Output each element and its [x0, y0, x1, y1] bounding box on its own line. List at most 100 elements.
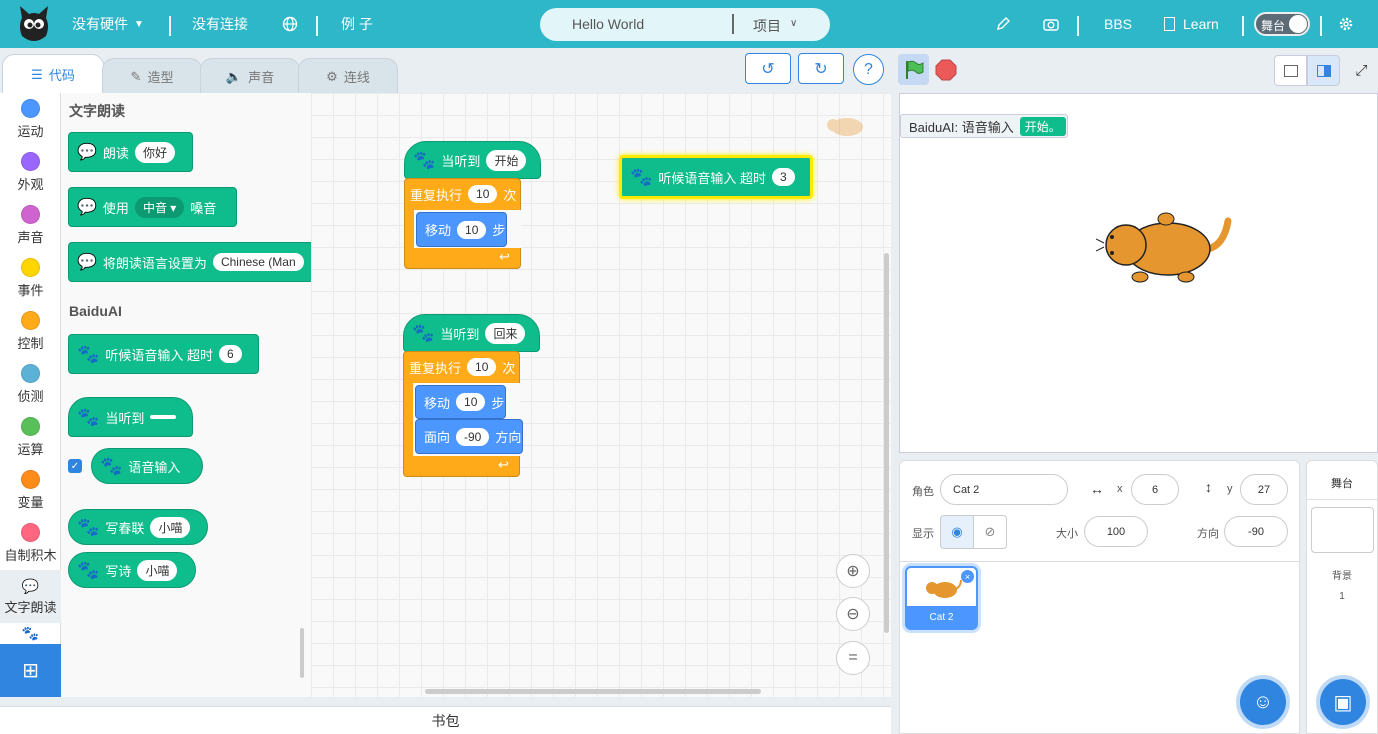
point-direction-block[interactable]: 面向 -90 方向	[415, 419, 523, 454]
app-logo[interactable]	[16, 4, 52, 44]
category-control[interactable]: 控制	[0, 305, 61, 358]
hear-arg[interactable]: 开始	[486, 149, 527, 171]
category-dot	[21, 152, 40, 171]
voice-dropdown[interactable]: 中音 ▾	[134, 196, 185, 218]
when-hear-block[interactable]: 🐾 当听到	[68, 397, 193, 437]
fullscreen-button[interactable]: ⤢	[1346, 55, 1377, 86]
listen-timeout-block[interactable]: 🐾 听候语音输入 超时 6	[68, 334, 259, 374]
connection-menu[interactable]: 没有连接	[192, 0, 248, 48]
globe-icon[interactable]	[282, 0, 298, 48]
category-label: 声音	[17, 230, 44, 245]
category-sound[interactable]: 声音	[0, 199, 61, 252]
listen-timeout-running-block[interactable]: 🐾 听候语音输入 超时 3	[619, 155, 813, 199]
chevron-down-icon: ∨	[790, 18, 798, 29]
show-visible-button[interactable]: ◉	[940, 515, 974, 549]
learn-link[interactable]: Learn	[1164, 0, 1219, 48]
set-language-block[interactable]: 💬 将朗读语言设置为 Chinese (Man	[68, 242, 311, 282]
repeat-count-input[interactable]: 10	[467, 358, 497, 376]
category-text-to-speech[interactable]: 💬 文字朗读	[0, 570, 61, 623]
category-sensing[interactable]: 侦测	[0, 358, 61, 411]
move-steps-block[interactable]: 移动 10 步	[415, 385, 506, 419]
hardware-menu[interactable]: 没有硬件 ▼	[72, 0, 144, 48]
speak-arg-input[interactable]: 你好	[134, 141, 175, 163]
voice-input-reporter[interactable]: 🐾 语音输入	[91, 448, 203, 484]
baidu-paw-icon: 🐾	[77, 406, 100, 427]
project-name[interactable]: Hello World	[572, 16, 644, 32]
couplet-input[interactable]: 小喵	[150, 516, 191, 538]
block-label: 使用	[102, 200, 129, 216]
camera-icon[interactable]	[1043, 0, 1059, 48]
language-dropdown[interactable]: Chinese (Man	[212, 253, 304, 271]
project-menu[interactable]: 项目	[753, 16, 781, 36]
when-hear-back-block[interactable]: 🐾 当听到 回来	[403, 314, 540, 352]
category-operators[interactable]: 运算	[0, 411, 61, 464]
poem-reporter[interactable]: 🐾 写诗 小喵	[68, 552, 196, 588]
category-baidu-ai[interactable]: 🐾	[0, 623, 61, 643]
cat-sprite[interactable]	[1095, 207, 1236, 287]
add-sprite-button[interactable]: ☺	[1240, 679, 1286, 725]
pencil-icon[interactable]	[995, 0, 1011, 48]
category-motion[interactable]: 运动	[0, 93, 61, 146]
sprite-thumbnail[interactable]: Cat 2 ×	[905, 566, 978, 630]
stage-canvas[interactable]	[899, 93, 1378, 453]
hear-input[interactable]	[150, 415, 177, 419]
size-input[interactable]: 100	[1084, 516, 1148, 547]
set-voice-block[interactable]: 💬 使用 中音 ▾ 嗓音	[68, 187, 237, 227]
couplet-reporter[interactable]: 🐾 写春联 小喵	[68, 509, 208, 545]
stage-thumbnail[interactable]	[1311, 507, 1374, 553]
workspace-hscrollbar[interactable]	[425, 689, 761, 694]
backpack[interactable]: 书包	[0, 706, 891, 734]
add-extension-button[interactable]: ⊞	[0, 644, 61, 697]
tab-costumes[interactable]: ✎ 造型	[102, 58, 202, 94]
settings-icon[interactable]	[1338, 0, 1354, 48]
x-input[interactable]: 6	[1131, 474, 1179, 505]
show-hidden-button[interactable]: ⊘	[973, 515, 1007, 549]
delete-sprite-icon[interactable]: ×	[961, 570, 974, 583]
category-my-blocks[interactable]: 自制积木	[0, 517, 61, 570]
show-label: 显示	[912, 528, 934, 540]
green-flag-button[interactable]	[898, 54, 929, 85]
speak-block[interactable]: 💬 朗读 你好	[68, 132, 193, 172]
stage-mode-toggle[interactable]: 舞台	[1254, 12, 1310, 36]
category-dot	[21, 205, 40, 224]
small-stage-button[interactable]	[1274, 55, 1307, 86]
stop-button[interactable]	[934, 58, 958, 82]
steps-input[interactable]: 10	[456, 393, 486, 411]
timeout-input[interactable]: 3	[772, 168, 795, 186]
zoom-out-button[interactable]: ⊖	[836, 597, 870, 631]
tab-wiring[interactable]: ⚙ 连线	[298, 58, 398, 94]
zoom-in-button[interactable]: ⊕	[836, 554, 870, 588]
timeout-input[interactable]: 6	[219, 345, 242, 363]
script-workspace[interactable]: 🐾 当听到 开始 重复执行 10 次 移动 10 步 ↩ 🐾 当听到 回来 重复执行 10 次 移动…	[311, 93, 891, 697]
y-input[interactable]: 27	[1240, 474, 1288, 505]
workspace-vscrollbar[interactable]	[884, 253, 889, 633]
sprite-name-input[interactable]: Cat 2	[940, 474, 1068, 505]
move-steps-block[interactable]: 移动 10 步	[416, 212, 507, 247]
tab-sounds[interactable]: 🔈 声音	[200, 58, 300, 94]
hear-arg[interactable]: 回来	[485, 322, 526, 344]
undo-button[interactable]: ↺	[745, 53, 791, 84]
sprite-info-panel: 角色 Cat 2 ↔ x 6 ↕ y 27 显示 ◉ ⊘ 大小 100 方向 -…	[899, 460, 1300, 734]
voice-input-checkbox[interactable]: ✓	[68, 459, 82, 473]
examples-menu[interactable]: 例 子	[341, 0, 373, 48]
help-button[interactable]: ?	[853, 54, 884, 85]
redo-button[interactable]: ↻	[798, 53, 844, 84]
steps-input[interactable]: 10	[457, 220, 487, 239]
add-backdrop-button[interactable]: ▣	[1320, 679, 1366, 725]
category-looks[interactable]: 外观	[0, 146, 61, 199]
direction-input[interactable]: -90	[1224, 516, 1288, 547]
category-variables[interactable]: 变量	[0, 464, 61, 517]
large-stage-icon	[1316, 64, 1331, 77]
bbs-link[interactable]: BBS	[1104, 0, 1132, 48]
voice-input-monitor[interactable]: BaiduAI: 语音输入 开始。	[900, 114, 1068, 138]
when-hear-start-block[interactable]: 🐾 当听到 开始	[404, 141, 541, 179]
direction-input[interactable]: -90	[456, 427, 490, 446]
brush-icon: ✎	[130, 68, 142, 84]
large-stage-button[interactable]	[1307, 55, 1340, 86]
poem-input[interactable]: 小喵	[137, 559, 178, 581]
palette-scrollbar[interactable]	[300, 628, 304, 678]
category-events[interactable]: 事件	[0, 252, 61, 305]
repeat-count-input[interactable]: 10	[468, 185, 498, 203]
tab-code[interactable]: ☰ 代码	[2, 54, 104, 94]
zoom-reset-button[interactable]: =	[836, 641, 870, 675]
